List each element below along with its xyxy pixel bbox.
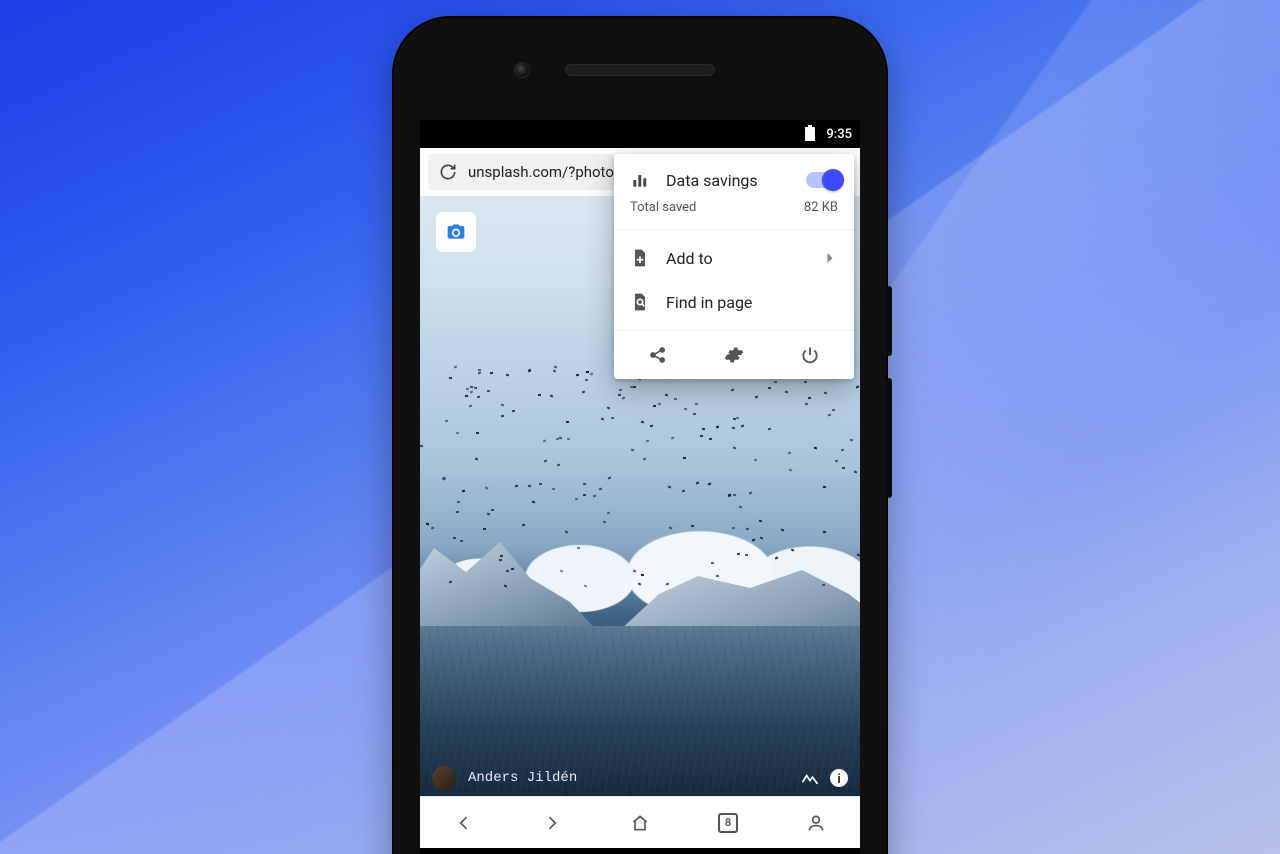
share-button[interactable]	[648, 345, 668, 365]
avatar[interactable]	[432, 766, 456, 790]
menu-data-savings-detail: Total saved 82 KB	[614, 200, 854, 230]
menu-data-savings[interactable]: Data savings	[614, 154, 854, 200]
back-button[interactable]	[454, 813, 474, 833]
camera-button[interactable]	[436, 212, 476, 252]
menu-add-to[interactable]: Add to	[614, 230, 854, 286]
menu-label: Find in page	[666, 293, 752, 312]
tab-count-label: 8	[725, 816, 731, 829]
menu-label: Data savings	[666, 171, 758, 190]
find-in-page-icon	[630, 292, 650, 312]
phone-frame: 9:35 unsplash.com/?photo	[394, 18, 886, 854]
camera-icon	[446, 222, 466, 242]
bar-chart-icon	[630, 170, 650, 190]
address-text: unsplash.com/?photo	[468, 163, 614, 181]
android-status-bar: 9:35	[420, 120, 860, 148]
total-saved-value: 82 KB	[804, 200, 838, 215]
reload-icon[interactable]	[438, 162, 458, 182]
home-button[interactable]	[630, 813, 650, 833]
desktop-wallpaper: 9:35 unsplash.com/?photo	[0, 0, 1280, 854]
phone-speaker-grille	[565, 64, 715, 76]
phone-side-button	[886, 286, 892, 356]
power-button[interactable]	[800, 345, 820, 365]
menu-label: Add to	[666, 249, 713, 268]
add-page-icon	[630, 248, 650, 268]
phone-bezel-top	[394, 18, 886, 120]
battery-icon	[800, 124, 820, 144]
tabs-button[interactable]: 8	[718, 813, 738, 833]
browser-bottom-nav: 8	[420, 796, 860, 848]
settings-button[interactable]	[724, 345, 744, 365]
total-saved-label: Total saved	[630, 200, 696, 215]
phone-screen: 9:35 unsplash.com/?photo	[420, 120, 860, 854]
profile-button[interactable]	[806, 813, 826, 833]
phone-side-button	[886, 378, 892, 498]
photo-author[interactable]: Anders Jildén	[468, 770, 577, 786]
status-time: 9:35	[826, 127, 852, 142]
photo-attribution-bar: Anders Jildén i	[420, 766, 860, 790]
chevron-right-icon	[820, 248, 840, 268]
menu-action-row	[614, 330, 854, 379]
menu-find-in-page[interactable]: Find in page	[614, 286, 854, 330]
info-icon[interactable]: i	[830, 769, 848, 787]
data-savings-toggle[interactable]	[806, 172, 840, 188]
stats-icon[interactable]	[800, 768, 820, 788]
forward-button[interactable]	[542, 813, 562, 833]
phone-front-camera	[514, 62, 530, 78]
overflow-menu: Data savings Total saved 82 KB Add to	[614, 154, 854, 379]
